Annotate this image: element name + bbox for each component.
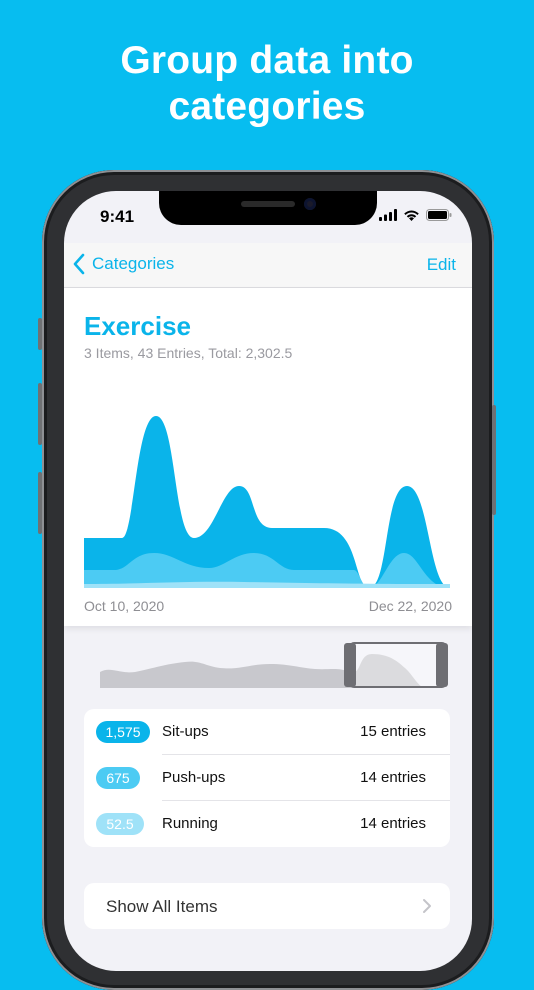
list-item-push-ups[interactable]: 675 Push-ups 14 entries [84,755,450,801]
scrubber-left-handle[interactable] [344,643,356,687]
speaker [241,201,295,207]
range-scrubber[interactable] [100,642,450,690]
item-name: Push-ups [162,769,226,786]
cellular-signal-icon [379,209,397,221]
back-button[interactable]: Categories [72,253,174,275]
chart-end-date: Dec 22, 2020 [368,598,452,614]
stacked-area-chart [84,416,450,588]
category-title: Exercise [84,311,191,341]
list-item-running[interactable]: 52.5 Running 14 entries [84,801,450,847]
item-value-badge: 52.5 [96,813,144,835]
item-value-badge: 675 [96,767,140,789]
show-all-items-button[interactable]: Show All Items [84,883,450,929]
item-entries: 14 entries [360,769,426,786]
phone-side-button [38,318,42,350]
item-value-badge: 1,575 [96,721,150,743]
app-screen: 9:41 Categories Edit Exercise 3 Items, 4… [64,191,472,971]
chevron-left-icon [73,253,85,275]
item-name: Sit-ups [162,723,209,740]
back-button-label: Categories [92,254,175,273]
headline-line-2: categories [168,85,366,128]
category-subtitle: 3 Items, 43 Entries, Total: 2,302.5 [84,345,293,361]
show-all-items-label: Show All Items [106,897,218,916]
phone-volume-down [38,472,42,534]
scrubber-right-handle[interactable] [436,643,448,687]
item-entries: 14 entries [360,815,426,832]
status-icons [379,209,452,221]
battery-icon [426,209,452,221]
item-entries: 15 entries [360,723,426,740]
chevron-right-icon [423,899,431,913]
notch [159,191,377,225]
camera [304,198,316,210]
list-item-sit-ups[interactable]: 1,575 Sit-ups 15 entries [84,709,450,755]
edit-button[interactable]: Edit [427,255,456,275]
category-summary-card: Exercise 3 Items, 43 Entries, Total: 2,3… [64,288,472,626]
phone-volume-up [38,383,42,445]
headline: Group data into categories [0,38,534,130]
scrubber-selection[interactable] [349,642,447,688]
item-name: Running [162,815,218,832]
nav-bar: Categories Edit [64,243,472,288]
wifi-icon [404,210,419,221]
chart-start-date: Oct 10, 2020 [84,598,165,614]
status-time: 9:41 [100,207,135,226]
phone-power-button [492,405,496,515]
items-list: 1,575 Sit-ups 15 entries 675 Push-ups 14… [84,709,450,847]
headline-line-1: Group data into [120,39,414,82]
